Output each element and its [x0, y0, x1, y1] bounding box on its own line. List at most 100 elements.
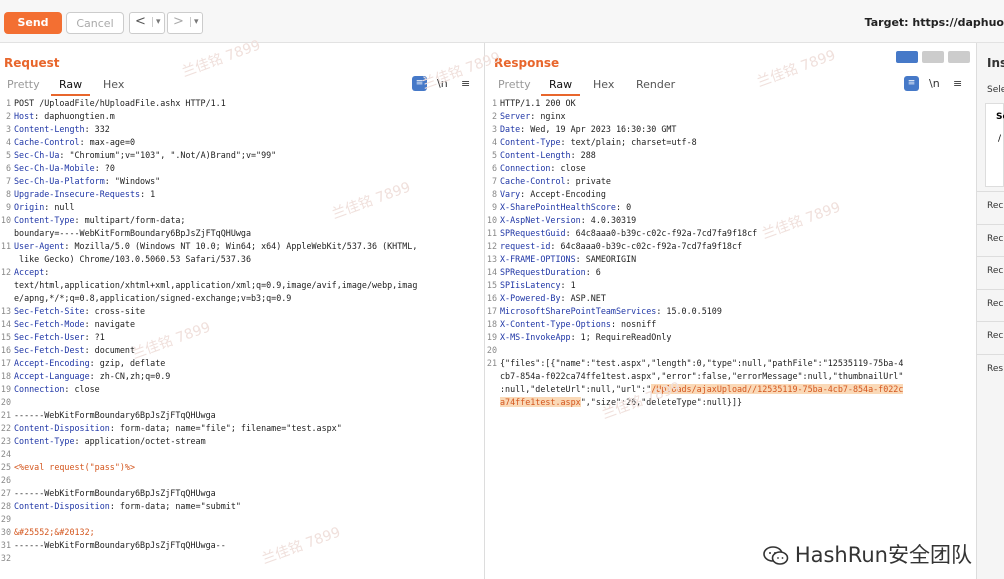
code-line: Connection: close [14, 384, 100, 394]
line-number: 2 [491, 111, 497, 121]
tab-hex[interactable]: Hex [103, 78, 124, 91]
line-number: 12 [0, 267, 11, 277]
line-number: 18 [486, 319, 497, 329]
divider [977, 321, 1004, 322]
line-number: 16 [0, 345, 11, 355]
code-line: User-Agent: Mozilla/5.0 (Windows NT 10.0… [14, 241, 418, 251]
code-line: X-MS-InvokeApp: 1; RequireReadOnly [500, 332, 672, 342]
inspector-item[interactable]: Rec [987, 234, 1003, 244]
code-line: Content-Type: multipart/form-data; [14, 215, 186, 225]
code-line: Accept: [14, 267, 50, 277]
line-number: 18 [0, 371, 11, 381]
request-pane: Request Pretty Raw Hex ≡ \n ≡ 1 POST /Upl… [0, 43, 485, 579]
line-number: 4 [5, 137, 11, 147]
line-number: 11 [486, 228, 497, 238]
wechat-icon [763, 546, 789, 565]
code-line: Content-Length: 288 [500, 150, 596, 160]
code-line: ------WebKitFormBoundary6BpJsZjFTqQHUwga [14, 488, 216, 498]
line-number: 31 [0, 540, 11, 550]
line-number: 8 [491, 189, 497, 199]
send-button[interactable]: Send [4, 12, 62, 34]
code-line: like Gecko) Chrome/103.0.5060.53 Safari/… [14, 254, 251, 264]
line-number: 30 [0, 527, 11, 537]
inspector-selection[interactable]: Sele [987, 85, 1004, 95]
code-line: a74ffe1test.aspx","size":26,"deleteType"… [500, 397, 743, 407]
line-number: 6 [491, 163, 497, 173]
code-line: POST /UploadFile/hUploadFile.ashx HTTP/1… [14, 98, 226, 108]
code-line: SPRequestDuration: 6 [500, 267, 601, 277]
code-line: SPRequestGuid: 64c8aaa0-b39c-c02c-f92a-7… [500, 228, 758, 238]
line-number: 28 [0, 501, 11, 511]
line-number: 21 [0, 410, 11, 420]
code-line: Host: daphuongtien.m [14, 111, 115, 121]
divider [977, 191, 1004, 192]
line-number: 15 [486, 280, 497, 290]
code-line: X-FRAME-OPTIONS: SAMEORIGIN [500, 254, 637, 264]
line-number: 9 [5, 202, 11, 212]
back-button[interactable]: < ▾ [129, 12, 165, 34]
code-line: X-Content-Type-Options: nosniff [500, 319, 657, 329]
line-number: 10 [486, 215, 497, 225]
wrap-lines-icon[interactable]: ≡ [412, 76, 427, 91]
code-line: X-AspNet-Version: 4.0.30319 [500, 215, 637, 225]
target-label: Target: https://daphuo [864, 16, 1004, 29]
code-line: &#25552;&#20132; [14, 527, 95, 537]
line-number: 16 [486, 293, 497, 303]
menu-icon[interactable]: ≡ [461, 77, 470, 90]
menu-icon[interactable]: ≡ [953, 77, 962, 90]
inspector-item[interactable]: Rec [987, 299, 1003, 309]
code-line: Sec-Fetch-Dest: document [14, 345, 136, 355]
line-number: 7 [491, 176, 497, 186]
tab-raw[interactable]: Raw [50, 78, 91, 96]
code-line: Origin: null [14, 202, 75, 212]
line-number: 9 [491, 202, 497, 212]
line-number: 20 [0, 397, 11, 407]
layout-single-icon[interactable] [948, 51, 970, 63]
code-line: Sec-Ch-Ua-Platform: "Windows" [14, 176, 161, 186]
response-editor[interactable]: 1 HTTP/1.1 200 OK 2 Server: nginx 3 Date: Wed… [486, 97, 976, 579]
inspector-item[interactable]: Res [987, 364, 1003, 374]
response-pane: Response Pretty Raw Hex Render ≡ \n ≡ 1H… [486, 43, 977, 579]
tab-render[interactable]: Render [636, 78, 675, 91]
wrap-lines-icon[interactable]: ≡ [904, 76, 919, 91]
response-tabs: Pretty Raw Hex Render ≡ \n ≡ [486, 75, 976, 96]
inspector-item[interactable]: Rec [987, 331, 1003, 341]
inspector-item[interactable]: Rec [987, 266, 1003, 276]
line-number: 1 [491, 98, 497, 108]
chevron-down-icon[interactable]: ▾ [190, 17, 199, 27]
line-number: 22 [0, 423, 11, 433]
tab-pretty[interactable]: Pretty [498, 78, 531, 91]
chevron-right-icon: > [173, 14, 184, 29]
line-number: 7 [5, 176, 11, 186]
forward-button[interactable]: > ▾ [167, 12, 203, 34]
request-editor[interactable]: 1 POST /UploadFile/hUploadFile.ashx HTTP/… [0, 97, 484, 579]
code-line: Cache-Control: private [500, 176, 611, 186]
line-number: 13 [0, 306, 11, 316]
code-line: Content-Type: application/octet-stream [14, 436, 206, 446]
tab-raw[interactable]: Raw [540, 78, 581, 96]
chevron-down-icon[interactable]: ▾ [152, 17, 161, 27]
request-tabs: Pretty Raw Hex ≡ \n ≡ [0, 75, 484, 96]
code-line: Server: nginx [500, 111, 566, 121]
logo-text: HashRun安全团队 [794, 543, 972, 567]
tab-pretty[interactable]: Pretty [7, 78, 40, 91]
newline-icon[interactable]: \n [929, 77, 940, 90]
line-number: 24 [0, 449, 11, 459]
selection-value: / [998, 134, 1002, 144]
layout-split-icon[interactable] [896, 51, 918, 63]
code-line: :null,"deleteUrl":null,"url":"/Uploads/a… [500, 384, 904, 394]
line-number: 25 [0, 462, 11, 472]
divider [977, 353, 1004, 355]
toolbar: Send Cancel < ▾ > ▾ Target: https://daph… [0, 0, 1004, 43]
cancel-button[interactable]: Cancel [66, 12, 124, 34]
code-line: e/apng,*/*;q=0.8,application/signed-exch… [14, 293, 292, 303]
code-line: Connection: close [500, 163, 586, 173]
tab-hex[interactable]: Hex [593, 78, 614, 91]
code-line: Vary: Accept-Encoding [500, 189, 606, 199]
newline-icon[interactable]: \n [437, 77, 448, 90]
inspector-item[interactable]: Rec [987, 201, 1003, 211]
inspector-title: Ins [987, 56, 1004, 70]
layout-horizontal-icon[interactable] [922, 51, 944, 63]
line-number: 26 [0, 475, 11, 485]
line-number: 29 [0, 514, 11, 524]
